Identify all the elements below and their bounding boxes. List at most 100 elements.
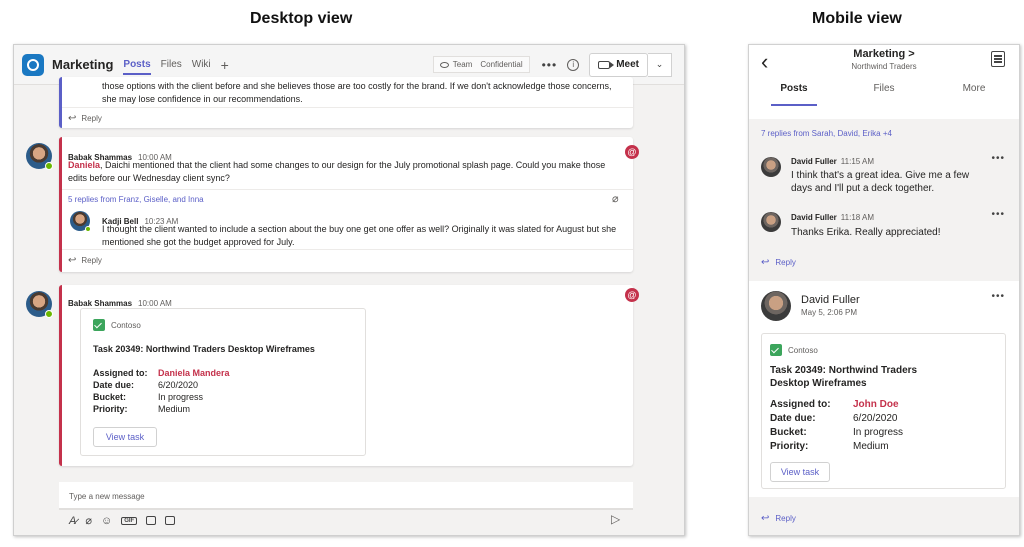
tab-posts[interactable]: Posts bbox=[123, 59, 151, 75]
view-task-button[interactable]: View task bbox=[93, 427, 157, 447]
view-task-button[interactable]: View task bbox=[770, 462, 830, 482]
replies-link[interactable]: 5 replies from Franz, Giselle, and Inna bbox=[68, 195, 204, 204]
tab-files[interactable]: Files bbox=[161, 59, 182, 70]
mobile-header: ‹ Marketing > Northwind Traders Posts Fi… bbox=[749, 45, 1019, 119]
post-card-babak-1: Babak Shammas 10:00 AM Daniela, Daichi me… bbox=[59, 137, 633, 272]
message-author: David Fuller bbox=[791, 213, 837, 222]
message-author: David Fuller bbox=[791, 157, 837, 166]
task-bucket: In progress bbox=[853, 427, 904, 438]
tag-confidential: Confidential bbox=[480, 60, 523, 69]
active-tab-indicator bbox=[771, 104, 817, 106]
message-time: 11:15 AM bbox=[840, 157, 875, 166]
channel-name: Marketing bbox=[52, 57, 114, 72]
post-date: May 5, 2:06 PM bbox=[801, 308, 858, 317]
post-author: David Fuller bbox=[801, 294, 860, 306]
desktop-window: Marketing Posts Files Wiki + Team Confid… bbox=[13, 44, 685, 536]
avatar[interactable] bbox=[761, 291, 791, 321]
mobile-tab-posts[interactable]: Posts bbox=[749, 83, 839, 100]
task-assignee: Daniela Mandera bbox=[158, 368, 230, 378]
avatar[interactable] bbox=[70, 211, 91, 232]
attach-icon[interactable]: ⌀ bbox=[85, 514, 92, 527]
teams-channel-icon bbox=[22, 53, 44, 76]
reply-button[interactable]: ↩ Reply bbox=[68, 255, 102, 266]
post-card-babak-2: Babak Shammas 10:00 AM Contoso Task 20349… bbox=[59, 285, 633, 466]
message-text: those options with the client before and… bbox=[102, 81, 612, 91]
compose-message-input[interactable]: Type a new message bbox=[59, 482, 633, 510]
task-card: Contoso Task 20349: Northwind Traders De… bbox=[80, 308, 366, 456]
mobile-tab-more[interactable]: More bbox=[929, 83, 1019, 100]
post-time: 10:00 AM bbox=[138, 299, 172, 308]
info-icon[interactable]: i bbox=[567, 58, 580, 71]
task-app-name: Contoso bbox=[111, 320, 141, 330]
reply-arrow-icon: ↩ bbox=[68, 113, 77, 124]
task-title: Task 20349: Northwind Traders Desktop Wi… bbox=[93, 344, 315, 354]
more-options-icon[interactable]: ••• bbox=[991, 291, 1005, 302]
avatar[interactable] bbox=[761, 212, 781, 232]
emoji-icon[interactable]: ☺ bbox=[101, 515, 112, 527]
meet-label: Meet bbox=[616, 59, 639, 70]
contoso-app-icon bbox=[770, 344, 782, 356]
tab-wiki[interactable]: Wiki bbox=[192, 59, 211, 70]
mobile-channel-title[interactable]: Marketing > bbox=[749, 48, 1019, 60]
reply-text: I thought the client wanted to include a… bbox=[102, 224, 617, 247]
send-icon[interactable]: ▷ bbox=[611, 512, 620, 526]
task-date-due: 6/20/2020 bbox=[853, 413, 898, 424]
status-available-icon bbox=[45, 162, 53, 170]
task-card: Contoso Task 20349: Northwind Traders De… bbox=[761, 333, 1006, 489]
meet-button[interactable]: Meet bbox=[589, 52, 648, 77]
meet-dropdown-chevron-icon[interactable]: ⌄ bbox=[648, 52, 672, 77]
task-priority: Medium bbox=[853, 441, 889, 452]
status-available-icon bbox=[85, 226, 91, 232]
urgent-mention-icon: @ bbox=[625, 145, 639, 159]
avatar[interactable] bbox=[26, 143, 53, 170]
sticker-icon[interactable] bbox=[146, 516, 157, 525]
task-title: Task 20349: Northwind Traders Desktop Wi… bbox=[770, 365, 918, 389]
reply-button[interactable]: ↩ Reply bbox=[761, 257, 796, 268]
schedule-meeting-icon[interactable] bbox=[165, 516, 176, 525]
task-app-name: Contoso bbox=[788, 345, 818, 355]
reply-arrow-icon: ↩ bbox=[68, 255, 77, 266]
task-details: Assigned to: Daniela Mandera Date due: 6/2… bbox=[93, 368, 230, 414]
task-date-due: 6/20/2020 bbox=[158, 380, 199, 390]
mobile-thread: 7 replies from Sarah, David, Erika +4 Da… bbox=[749, 119, 1019, 275]
channel-notes-icon[interactable] bbox=[991, 51, 1005, 67]
reply-button[interactable]: ↩ Reply bbox=[761, 513, 796, 524]
more-options-icon[interactable]: ••• bbox=[991, 209, 1005, 220]
reply-arrow-icon: ↩ bbox=[761, 257, 770, 268]
paperclip-icon[interactable]: ⌀ bbox=[612, 192, 619, 205]
avatar[interactable] bbox=[761, 157, 781, 177]
more-options-icon[interactable]: ••• bbox=[991, 153, 1005, 164]
replies-link[interactable]: 7 replies from Sarah, David, Erika +4 bbox=[761, 129, 892, 138]
message-text: Thanks Erika. Really appreciated! bbox=[791, 227, 941, 238]
avatar[interactable] bbox=[26, 291, 53, 318]
more-options-icon[interactable]: ••• bbox=[542, 58, 558, 72]
task-bucket: In progress bbox=[158, 392, 204, 402]
eye-icon bbox=[439, 61, 449, 68]
mobile-team-name: Northwind Traders bbox=[851, 62, 917, 71]
urgent-mention-icon: @ bbox=[625, 288, 639, 302]
mobile-window: ‹ Marketing > Northwind Traders Posts Fi… bbox=[748, 44, 1020, 536]
message-text: , Daichi mentioned that the client had s… bbox=[68, 160, 606, 183]
mobile-view-title: Mobile view bbox=[812, 10, 902, 27]
tag-team: Team bbox=[452, 60, 473, 69]
add-tab-button[interactable]: + bbox=[221, 57, 229, 73]
message-time: 11:18 AM bbox=[840, 213, 875, 222]
task-priority: Medium bbox=[158, 404, 191, 414]
video-camera-icon bbox=[598, 60, 615, 69]
post-author: Babak Shammas bbox=[68, 299, 133, 308]
message-text: I think that's a great idea. Give me a f… bbox=[791, 170, 970, 194]
contoso-app-icon bbox=[93, 319, 105, 331]
task-assignee: John Doe bbox=[853, 399, 899, 410]
message-text: she may lose confidence in our recommend… bbox=[102, 94, 303, 104]
reply-arrow-icon: ↩ bbox=[761, 513, 770, 524]
gif-icon[interactable]: GIF bbox=[121, 516, 138, 525]
desktop-view-title: Desktop view bbox=[250, 10, 353, 27]
mention[interactable]: Daniela bbox=[68, 160, 100, 170]
status-available-icon bbox=[45, 310, 53, 318]
sensitivity-tag[interactable]: Team Confidential bbox=[432, 56, 530, 73]
compose-toolbar: A̷ ⌀ ☺ GIF bbox=[69, 514, 176, 527]
reply-button[interactable]: ↩ Reply bbox=[68, 113, 102, 124]
mobile-tab-files[interactable]: Files bbox=[839, 83, 929, 100]
mobile-post-card: David Fuller May 5, 2:06 PM ••• Contoso … bbox=[749, 281, 1019, 497]
format-icon[interactable]: A̷ bbox=[69, 515, 76, 527]
